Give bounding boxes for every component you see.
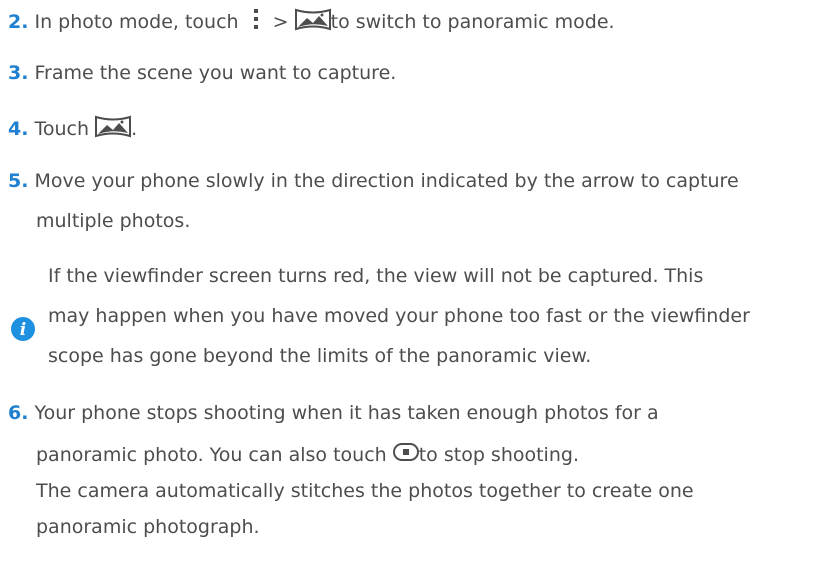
step-text: In photo mode, touch: [28, 11, 245, 33]
step-number: 3.: [8, 62, 29, 84]
step-5-continuation: multiple photos.: [36, 210, 191, 232]
step-6-line-4: panoramic photograph.: [36, 516, 260, 538]
step-number: 4.: [8, 118, 29, 140]
step-4: 4. Touch .: [8, 114, 137, 145]
step-text: to switch to panoramic mode.: [330, 11, 615, 33]
step-text: Your phone stops shooting when it has ta…: [28, 402, 659, 424]
info-icon: i: [10, 316, 36, 347]
note-line-2: may happen when you have moved your phon…: [48, 305, 750, 327]
panorama-icon: [294, 7, 331, 38]
step-text: to stop shooting.: [418, 444, 579, 466]
note-line-1: If the viewfinder screen turns red, the …: [48, 265, 704, 287]
stop-shooting-icon: [392, 442, 419, 469]
step-6: 6. Your phone stops shooting when it has…: [8, 400, 659, 426]
menu-dots-icon: [251, 6, 261, 39]
svg-text:i: i: [20, 320, 26, 340]
panorama-icon: [95, 114, 132, 145]
step-number: 2.: [8, 11, 29, 33]
step-number: 5.: [8, 170, 29, 192]
step-5: 5. Move your phone slowly in the directi…: [8, 168, 739, 194]
step-number: 6.: [8, 402, 29, 424]
step-2: 2. In photo mode, touch > to switch to p…: [8, 6, 615, 39]
step-text: Touch: [28, 118, 96, 140]
step-text: .: [131, 118, 138, 140]
step-text: Frame the scene you want to capture.: [28, 62, 397, 84]
step-6-line-2: panoramic photo. You can also touch to s…: [36, 442, 579, 469]
step-6-line-3: The camera automatically stitches the ph…: [36, 480, 694, 502]
separator: >: [266, 11, 295, 33]
step-text: panoramic photo. You can also touch: [36, 444, 393, 466]
step-text: Move your phone slowly in the direction …: [28, 170, 739, 192]
note-line-3: scope has gone beyond the limits of the …: [48, 345, 592, 367]
step-3: 3. Frame the scene you want to capture.: [8, 60, 396, 86]
